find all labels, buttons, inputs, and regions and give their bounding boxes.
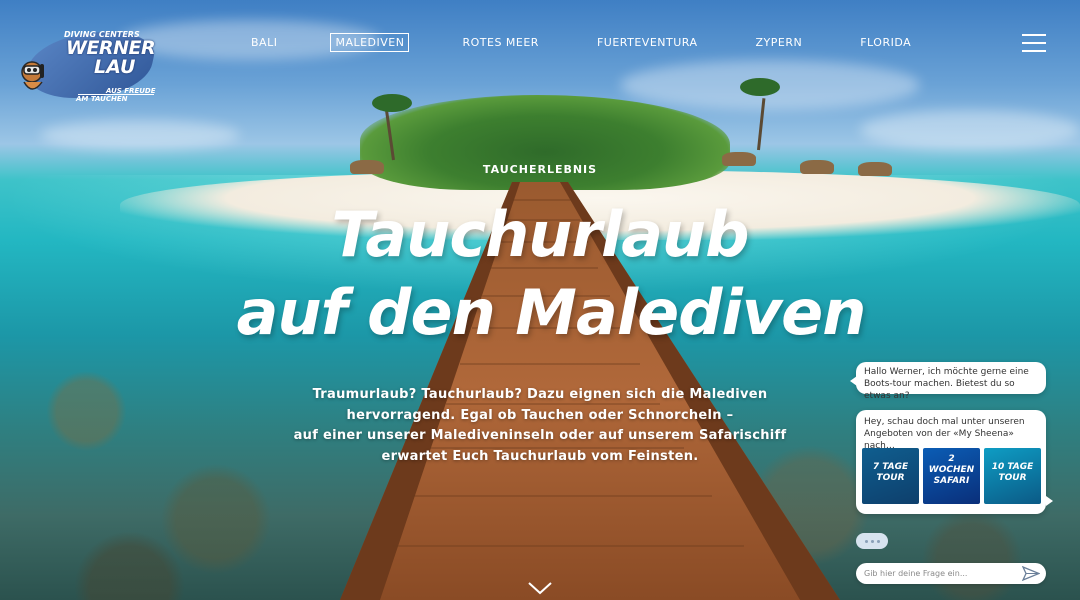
logo-tagline-2: AM TAUCHEN <box>76 95 128 103</box>
logo-tagline-1: AUS FREUDE <box>106 87 156 95</box>
nav-item-bali[interactable]: BALI <box>246 33 282 52</box>
send-icon[interactable] <box>1022 566 1040 581</box>
logo-werner: WERNER <box>66 37 156 59</box>
headline-line-1: Tauchurlaub <box>331 198 749 271</box>
chat-user-message: Hallo Werner, ich möchte gerne eine Boot… <box>850 362 1046 401</box>
chat-offer-cards: 7 TAGE TOUR 2 WOCHEN SAFARI 10 TAGE TOUR <box>862 448 1041 504</box>
chevron-down-icon[interactable] <box>527 580 553 596</box>
offer-card-2-wochen-safari[interactable]: 2 WOCHEN SAFARI <box>923 448 980 504</box>
nav-item-florida[interactable]: FLORIDA <box>855 33 916 52</box>
chat-input[interactable] <box>864 565 1014 582</box>
headline-line-2: auf den Malediven <box>236 276 867 349</box>
werner-lau-logo[interactable]: DIVING CENTERS WERNER LAU AUS FREUDE AM … <box>16 28 160 108</box>
hero-eyebrow: TAUCHERLEBNIS <box>482 163 598 176</box>
nav-item-zypern[interactable]: ZYPERN <box>751 33 808 52</box>
nav-item-fuerteventura[interactable]: FUERTEVENTURA <box>592 33 703 52</box>
nav-item-malediven[interactable]: MALEDIVEN <box>330 32 410 52</box>
hamburger-icon[interactable] <box>1022 32 1048 54</box>
chat-input-container <box>856 563 1046 584</box>
offer-card-10-tage-tour[interactable]: 10 TAGE TOUR <box>984 448 1041 504</box>
hero-headline: Tauchurlaub auf den Malediven <box>180 196 900 352</box>
typing-indicator <box>856 533 888 549</box>
main-nav: BALI MALEDIVEN ROTES MEER FUERTEVENTURA … <box>236 32 916 52</box>
hero-intro-text: Traumurlaub? Tauchurlaub? Dazu eignen si… <box>293 387 787 464</box>
nav-item-rotes-meer[interactable]: ROTES MEER <box>457 33 543 52</box>
diver-mascot-icon <box>21 61 44 90</box>
logo-lau: LAU <box>94 56 136 78</box>
chat-bot-message: Hey, schau doch mal unter unseren Angebo… <box>856 410 1053 514</box>
offer-card-7-tage-tour[interactable]: 7 TAGE TOUR <box>862 448 919 504</box>
